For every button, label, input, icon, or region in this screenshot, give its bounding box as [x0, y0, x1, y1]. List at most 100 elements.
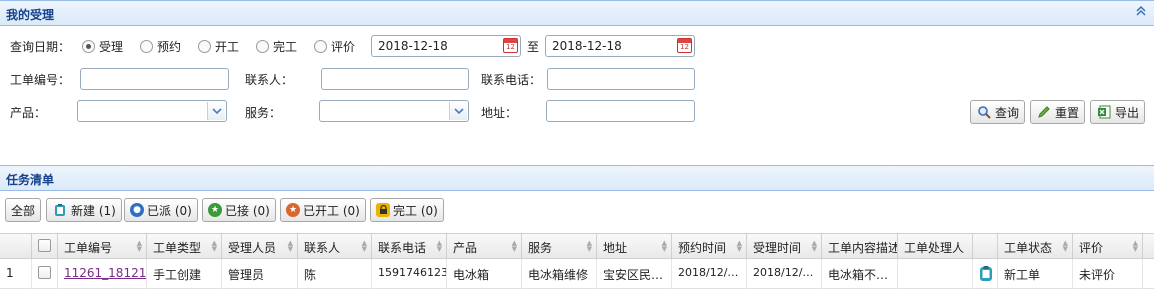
- order-no-input[interactable]: [80, 68, 229, 90]
- radio-start[interactable]: 开工: [198, 38, 239, 55]
- filter-finished-label: 完工 (0): [393, 203, 438, 218]
- sort-icon[interactable]: ▲ ▼: [212, 240, 217, 253]
- service-select[interactable]: [319, 100, 469, 122]
- column-label: 产品: [453, 241, 478, 255]
- select-all-header[interactable]: [32, 234, 58, 258]
- order-no-link[interactable]: 11261_18121…: [64, 266, 146, 280]
- panel-title: 任务清单: [6, 173, 55, 187]
- filter-dispatched-button[interactable]: ● 已派 (0): [124, 198, 198, 222]
- product-label: 产品：: [10, 106, 47, 120]
- order-no-cell[interactable]: 11261_18121…: [58, 259, 147, 289]
- chevron-down-icon[interactable]: [449, 102, 467, 120]
- table-cell: 新工单: [998, 259, 1073, 289]
- filter-all-label: 全部: [11, 203, 36, 218]
- magnifier-icon: [976, 104, 992, 120]
- column-header[interactable]: 工单内容描述: [822, 234, 898, 258]
- radio-finish[interactable]: 完工: [256, 38, 297, 55]
- column-label: 预约时间: [678, 241, 727, 255]
- column-header[interactable]: 地址 ▲ ▼: [597, 234, 672, 258]
- column-label: 工单编号: [64, 241, 113, 255]
- sort-icon[interactable]: ▲ ▼: [437, 240, 442, 253]
- column-label: 评价: [1079, 241, 1104, 255]
- sort-icon[interactable]: ▲ ▼: [1133, 240, 1138, 253]
- sort-icon[interactable]: ▲ ▼: [137, 240, 142, 253]
- reset-button[interactable]: 重置: [1030, 100, 1086, 124]
- radio-label: 完工: [273, 40, 298, 54]
- radio-dot[interactable]: [82, 40, 95, 53]
- address-label: 地址：: [481, 106, 518, 120]
- sort-icon[interactable]: ▲ ▼: [812, 240, 817, 253]
- table-row[interactable]: 1 11261_18121… 手工创建 管理员 陈 15917461237 电冰…: [0, 259, 1154, 289]
- row-select-cell[interactable]: [32, 259, 58, 289]
- chevron-down-icon[interactable]: [207, 102, 225, 120]
- radio-evaluate[interactable]: 评价: [314, 38, 355, 55]
- table-cell: 电冰箱维修: [522, 259, 597, 289]
- order-no-label: 工单编号：: [10, 73, 71, 87]
- column-header[interactable]: 工单编号 ▲ ▼: [58, 234, 147, 258]
- column-header[interactable]: 评价 ▲ ▼: [1073, 234, 1143, 258]
- phone-label: 联系电话：: [481, 73, 542, 87]
- sort-icon[interactable]: ▲ ▼: [512, 240, 517, 253]
- sort-icon[interactable]: ▲ ▼: [362, 240, 367, 253]
- radio-dot[interactable]: [198, 40, 211, 53]
- filter-finished-button[interactable]: 完工 (0): [370, 198, 444, 222]
- date-to-field[interactable]: 2018-12-18: [545, 35, 695, 57]
- column-header[interactable]: 预约时间 ▲ ▼: [672, 234, 747, 258]
- column-header[interactable]: 工单状态 ▲ ▼: [998, 234, 1073, 258]
- radio-dot[interactable]: [314, 40, 327, 53]
- radio-dot[interactable]: [140, 40, 153, 53]
- filter-accepted-label: 已接 (0): [225, 203, 270, 218]
- column-header[interactable]: 工单处理人: [898, 234, 973, 258]
- column-label: 工单状态: [1004, 241, 1053, 255]
- dispatched-icon: ●: [130, 203, 144, 217]
- column-label: 工单内容描述: [828, 241, 898, 255]
- sort-icon[interactable]: ▲ ▼: [288, 240, 293, 253]
- filter-accepted-button[interactable]: ★ 已接 (0): [202, 198, 276, 222]
- row-checkbox[interactable]: [38, 266, 51, 279]
- column-header[interactable]: 联系电话 ▲ ▼: [372, 234, 447, 258]
- status-icon-cell[interactable]: [973, 259, 998, 289]
- sort-icon[interactable]: ▲ ▼: [587, 240, 592, 253]
- accept-panel-header: 我的受理: [0, 0, 1154, 26]
- sort-icon[interactable]: ▲ ▼: [1063, 240, 1068, 253]
- radio-appointment[interactable]: 预约: [140, 38, 181, 55]
- clipboard-icon[interactable]: [978, 266, 994, 285]
- to-label: 至: [527, 40, 540, 54]
- export-button[interactable]: 导出: [1090, 100, 1146, 124]
- select-all-checkbox[interactable]: [38, 239, 51, 252]
- column-header[interactable]: 联系人 ▲ ▼: [298, 234, 372, 258]
- panel-title: 我的受理: [6, 8, 55, 22]
- table-cell: 陈: [298, 259, 372, 289]
- contact-input[interactable]: [321, 68, 469, 90]
- column-header[interactable]: 产品 ▲ ▼: [447, 234, 522, 258]
- column-header[interactable]: 受理时间 ▲ ▼: [747, 234, 822, 258]
- filter-new-button[interactable]: 新建 (1): [46, 198, 122, 222]
- table-cell: 手工创建: [147, 259, 222, 289]
- date-to-value: 2018-12-18: [552, 39, 622, 53]
- address-input[interactable]: [546, 100, 695, 122]
- product-select[interactable]: [77, 100, 227, 122]
- filter-started-button[interactable]: ★ 已开工 (0): [280, 198, 366, 222]
- search-button[interactable]: 查询: [970, 100, 1026, 124]
- grid-header: 工单编号 ▲ ▼ 工单类型 ▲ ▼ 受理人员 ▲ ▼ 联系人 ▲ ▼ 联系电话 ▲ ▼ 产品 ▲ ▼ 服…: [0, 233, 1154, 259]
- table-cell: 管理员: [222, 259, 298, 289]
- collapse-icon[interactable]: [1134, 5, 1148, 19]
- sort-icon[interactable]: ▲ ▼: [737, 240, 742, 253]
- table-cell: 2018/12/…: [672, 259, 747, 289]
- table-cell: [898, 259, 973, 289]
- calendar-icon[interactable]: [677, 38, 692, 53]
- phone-input[interactable]: [547, 68, 695, 90]
- radio-dot[interactable]: [256, 40, 269, 53]
- column-label: 联系电话: [378, 241, 427, 255]
- column-header[interactable]: 服务 ▲ ▼: [522, 234, 597, 258]
- pencil-icon: [1036, 104, 1052, 120]
- filter-all-button[interactable]: 全部: [5, 198, 42, 222]
- sort-icon[interactable]: ▲ ▼: [662, 240, 667, 253]
- column-label: 地址: [603, 241, 628, 255]
- date-from-field[interactable]: 2018-12-18: [371, 35, 521, 57]
- radio-accept[interactable]: 受理: [82, 38, 123, 55]
- calendar-icon[interactable]: [503, 38, 518, 53]
- column-header[interactable]: 工单类型 ▲ ▼: [147, 234, 222, 258]
- column-header[interactable]: 受理人员 ▲ ▼: [222, 234, 298, 258]
- filter-dispatched-label: 已派 (0): [147, 203, 192, 218]
